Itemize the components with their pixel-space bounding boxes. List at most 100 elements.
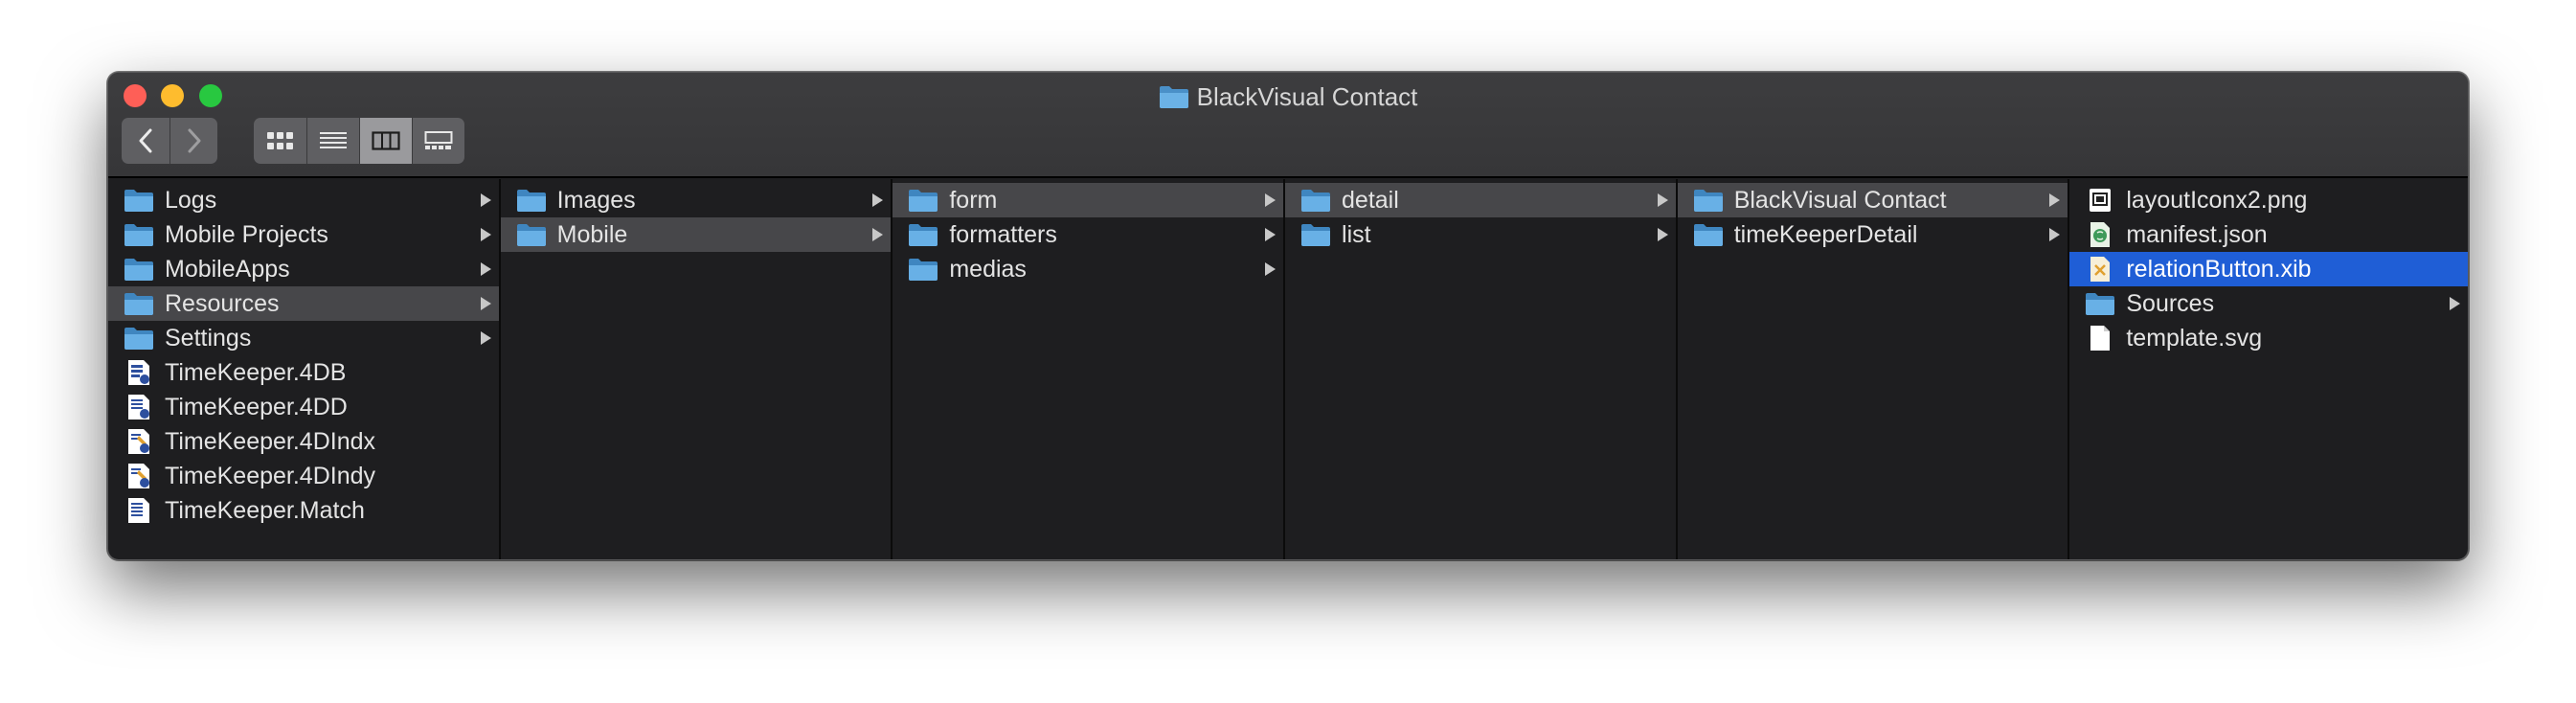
finder-window: BlackVisual Contact Logs Mobile Projects… xyxy=(107,72,2469,560)
disclosure-arrow-icon xyxy=(2049,193,2061,207)
xib-file-icon xyxy=(2085,256,2115,283)
item-label: TimeKeeper.4DIndy xyxy=(165,462,376,489)
folder-icon xyxy=(1300,187,1331,214)
disclosure-arrow-icon xyxy=(480,297,491,310)
browser-column[interactable]: detail list xyxy=(1285,179,1678,559)
item-label: Mobile Projects xyxy=(165,220,328,248)
item-label: Mobile xyxy=(556,220,628,248)
item-label: BlackVisual Contact xyxy=(1733,186,1947,214)
folder-row[interactable]: Sources xyxy=(2069,286,2468,321)
file-row[interactable]: TimeKeeper.4DD xyxy=(108,390,499,424)
file-row[interactable]: layoutIconx2.png xyxy=(2069,183,2468,217)
window-title-text: BlackVisual Contact xyxy=(1196,82,1418,111)
folder-icon xyxy=(516,221,547,248)
folder-row[interactable]: timeKeeperDetail xyxy=(1678,217,2068,252)
folder-row[interactable]: MobileApps xyxy=(108,252,499,286)
column-browser: Logs Mobile Projects MobileApps Resources Se… xyxy=(108,179,2468,559)
item-label: timeKeeperDetail xyxy=(1733,220,1918,248)
folder-icon xyxy=(124,187,154,214)
browser-column[interactable]: Images Mobile xyxy=(500,179,893,559)
item-label: formatters xyxy=(949,220,1057,248)
item-label: Images xyxy=(556,186,636,214)
folder-row[interactable]: medias xyxy=(893,252,1283,286)
disclosure-arrow-icon xyxy=(480,193,491,207)
folder-icon xyxy=(1300,221,1331,248)
file-row[interactable]: template.svg xyxy=(2069,321,2468,355)
folder-row[interactable]: Images xyxy=(501,183,892,217)
column-view-button[interactable] xyxy=(359,118,412,164)
chevron-right-icon xyxy=(188,128,200,153)
disclosure-arrow-icon xyxy=(480,262,491,276)
item-label: TimeKeeper.4DD xyxy=(165,393,348,420)
item-label: Sources xyxy=(2126,289,2215,317)
browser-column[interactable]: Logs Mobile Projects MobileApps Resources Se… xyxy=(108,179,501,559)
item-label: layoutIconx2.png xyxy=(2126,186,2308,214)
4d-data-icon xyxy=(124,394,154,420)
4d-database-icon xyxy=(124,359,154,386)
disclosure-arrow-icon xyxy=(872,228,884,241)
folder-icon xyxy=(124,221,154,248)
disclosure-arrow-icon xyxy=(480,331,491,345)
folder-row[interactable]: detail xyxy=(1285,183,1676,217)
4d-match-icon xyxy=(124,497,154,524)
document-icon xyxy=(2085,325,2115,352)
file-row[interactable]: relationButton.xib xyxy=(2069,252,2468,286)
item-label: medias xyxy=(949,255,1027,283)
list-view-button[interactable] xyxy=(306,118,359,164)
item-label: manifest.json xyxy=(2126,220,2268,248)
folder-icon xyxy=(124,290,154,317)
browser-column[interactable]: BlackVisual Contact timeKeeperDetail xyxy=(1677,179,2070,559)
gallery-view-button[interactable] xyxy=(412,118,464,164)
back-button[interactable] xyxy=(122,118,169,164)
disclosure-arrow-icon xyxy=(1265,228,1277,241)
forward-button[interactable] xyxy=(169,118,217,164)
file-row[interactable]: TimeKeeper.4DIndx xyxy=(108,424,499,459)
file-row[interactable]: manifest.json xyxy=(2069,217,2468,252)
folder-row[interactable]: Resources xyxy=(108,286,499,321)
folder-row[interactable]: list xyxy=(1285,217,1676,252)
disclosure-arrow-icon xyxy=(1657,228,1668,241)
item-label: list xyxy=(1342,220,1371,248)
item-label: Logs xyxy=(165,186,217,214)
file-row[interactable]: TimeKeeper.4DB xyxy=(108,355,499,390)
folder-row[interactable]: formatters xyxy=(893,217,1283,252)
file-row[interactable]: TimeKeeper.4DIndy xyxy=(108,459,499,493)
list-icon xyxy=(320,132,347,148)
folder-row[interactable]: Settings xyxy=(108,321,499,355)
browser-column[interactable]: form formatters medias xyxy=(893,179,1286,559)
browser-column[interactable]: layoutIconx2.png manifest.json relationBut… xyxy=(2069,179,2468,559)
folder-icon xyxy=(124,256,154,283)
disclosure-arrow-icon xyxy=(480,228,491,241)
grid-icon xyxy=(266,132,293,149)
folder-icon xyxy=(1159,84,1189,117)
folder-row[interactable]: form xyxy=(893,183,1284,217)
item-label: TimeKeeper.4DB xyxy=(165,358,347,386)
4d-index-icon xyxy=(124,463,154,489)
folder-row[interactable]: Mobile xyxy=(500,217,892,252)
file-row[interactable]: TimeKeeper.Match xyxy=(108,493,499,528)
folder-icon xyxy=(1693,221,1724,248)
gallery-icon xyxy=(424,131,453,149)
item-label: template.svg xyxy=(2126,324,2263,352)
chevron-left-icon xyxy=(139,128,152,153)
disclosure-arrow-icon xyxy=(1265,193,1277,207)
disclosure-arrow-icon xyxy=(2049,228,2061,241)
folder-icon xyxy=(908,256,938,283)
columns-icon xyxy=(372,131,400,150)
folder-row[interactable]: Logs xyxy=(108,183,499,217)
icon-view-button[interactable] xyxy=(254,118,306,164)
folder-row[interactable]: Mobile Projects xyxy=(108,217,499,252)
folder-icon xyxy=(1693,187,1724,214)
item-label: Resources xyxy=(165,289,280,317)
folder-row[interactable]: BlackVisual Contact xyxy=(1677,183,2068,217)
navigation-buttons xyxy=(122,118,217,164)
item-label: relationButton.xib xyxy=(2126,255,2312,283)
disclosure-arrow-icon xyxy=(1657,193,1668,207)
item-label: MobileApps xyxy=(165,255,290,283)
image-file-icon xyxy=(2085,187,2115,214)
title-bar[interactable]: BlackVisual Contact xyxy=(108,73,2468,178)
4d-index-icon xyxy=(124,428,154,455)
folder-icon xyxy=(908,221,938,248)
folder-icon xyxy=(2085,290,2115,317)
item-label: detail xyxy=(1342,186,1399,214)
